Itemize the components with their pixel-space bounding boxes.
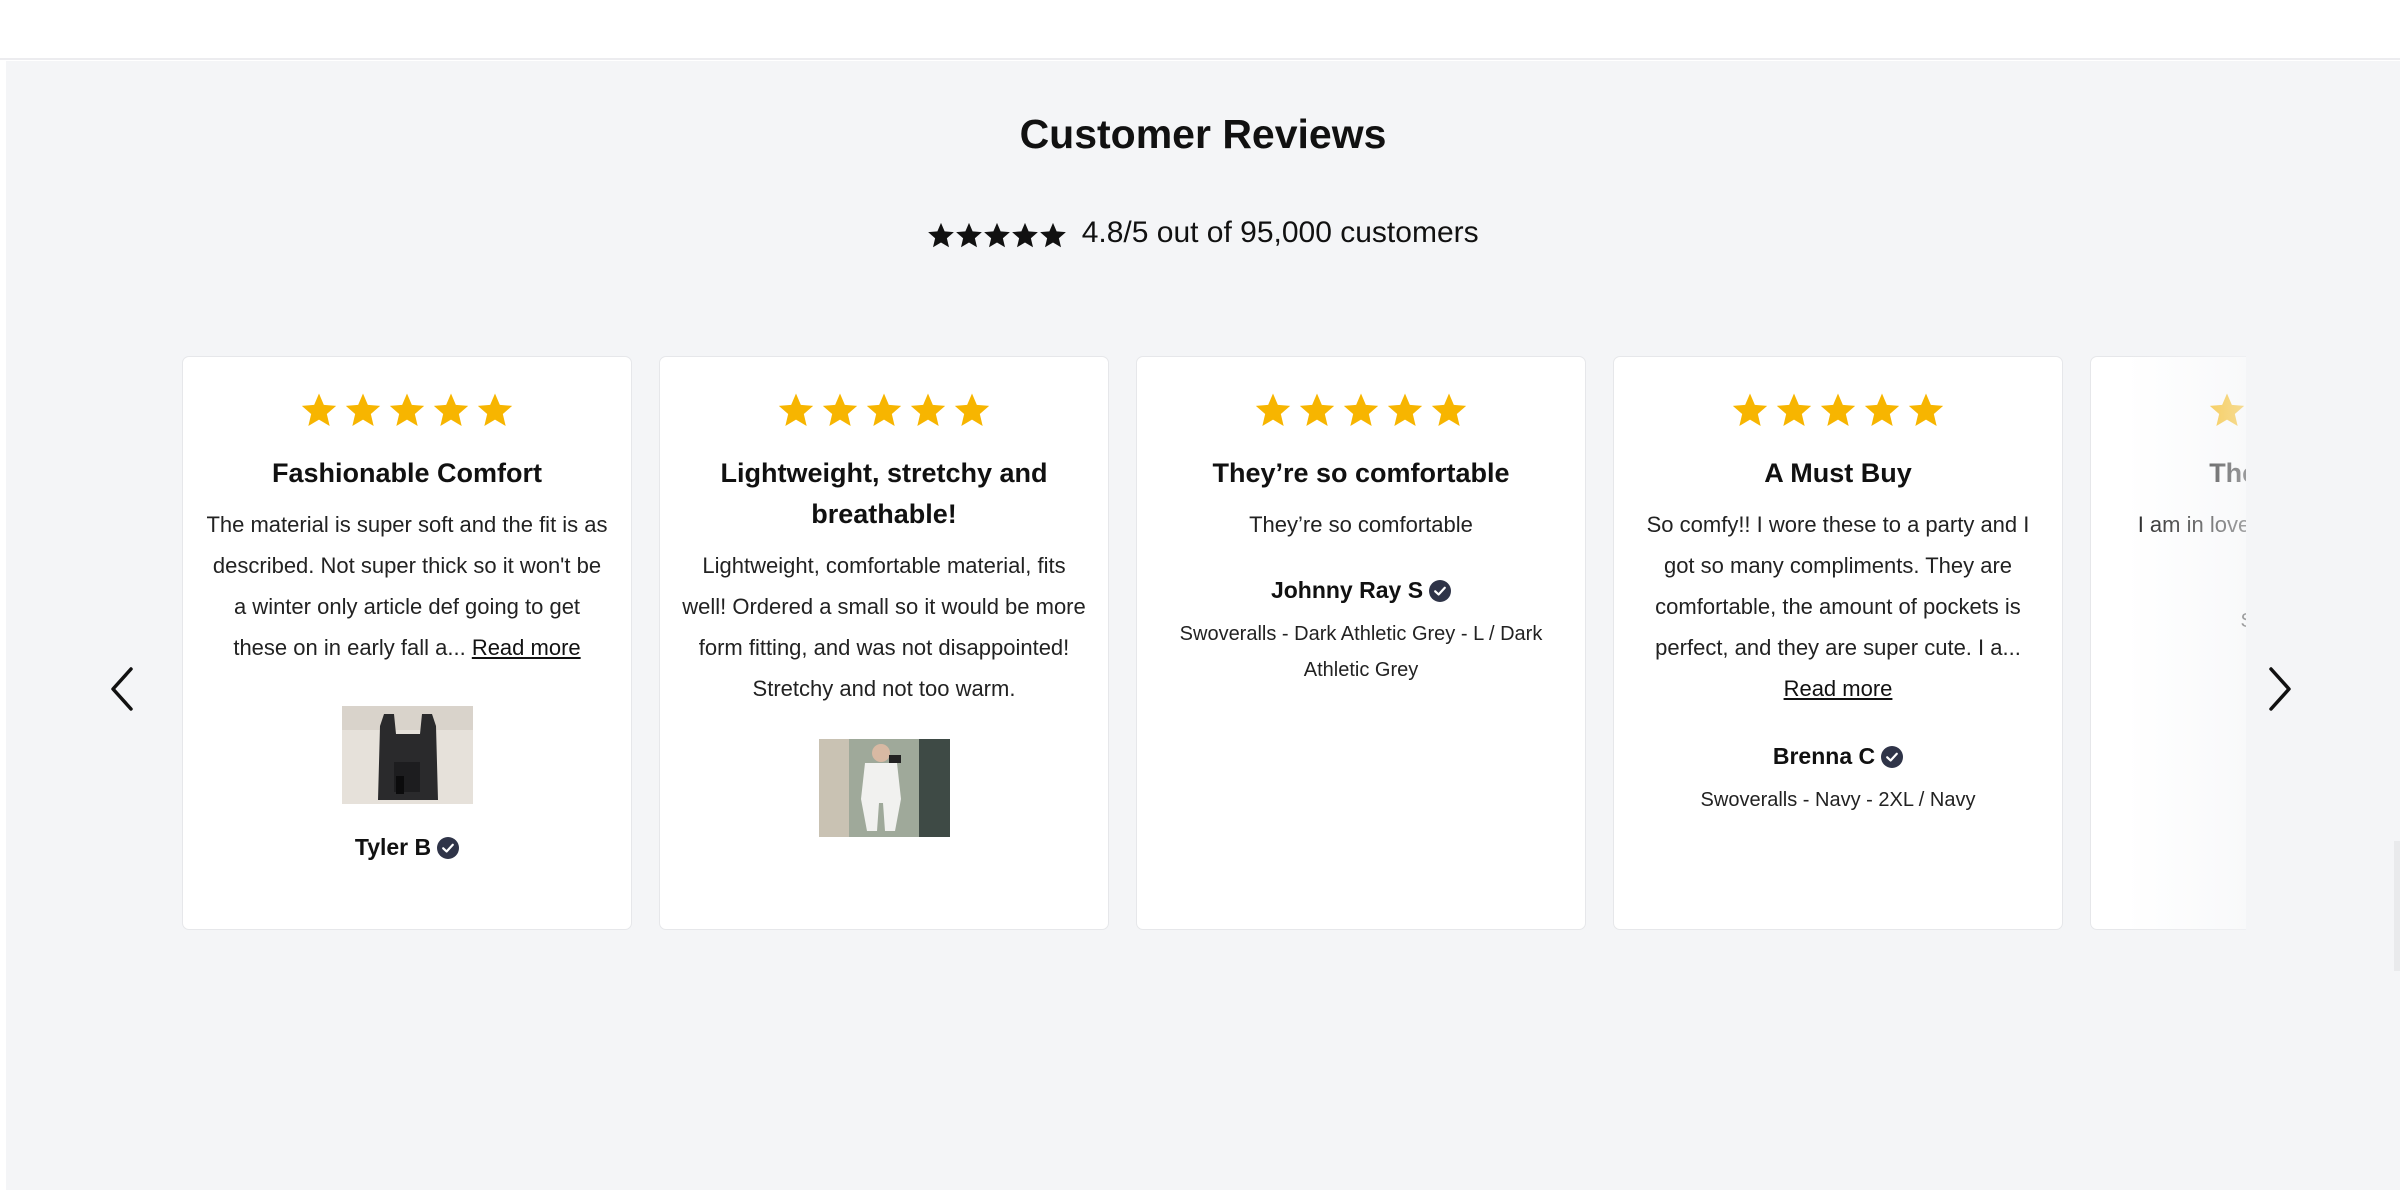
review-title: Fashionable Comfort bbox=[271, 458, 542, 488]
review-body: Lightweight, comfortable material, fits … bbox=[682, 553, 1086, 701]
chevron-right-icon bbox=[2269, 667, 2291, 711]
review-variant: Swovie Short Da bbox=[2121, 603, 2246, 639]
verified-badge-icon bbox=[437, 836, 460, 859]
review-author: Tyler B bbox=[183, 834, 631, 861]
star-icon bbox=[1255, 393, 1291, 426]
review-card: A Must Buy So comfy!! I wore these to a … bbox=[1613, 356, 2063, 930]
review-title: Lightweight, stretchy and breathable! bbox=[720, 458, 1048, 529]
summary-stars bbox=[927, 218, 1067, 252]
review-title: They’re so comfortable bbox=[1212, 458, 1510, 488]
star-icon bbox=[1387, 393, 1423, 426]
star-icon bbox=[1012, 222, 1039, 248]
star-icon bbox=[477, 393, 513, 426]
star-icon bbox=[1776, 393, 1812, 426]
review-rating-stars bbox=[660, 391, 1108, 431]
chevron-left-icon bbox=[111, 667, 133, 711]
star-icon bbox=[1431, 393, 1467, 426]
star-icon bbox=[345, 393, 381, 426]
reviews-carousel: Fashionable Comfort The material is supe… bbox=[176, 348, 2246, 984]
star-icon bbox=[984, 222, 1011, 248]
star-icon bbox=[389, 393, 425, 426]
review-variant: Swoveralls - Navy - 2XL / Navy bbox=[1700, 789, 1976, 811]
review-photo[interactable] bbox=[818, 739, 950, 837]
customer-reviews-section: Customer Reviews 4.8/5 out of 95,000 cus… bbox=[6, 61, 2400, 1190]
read-more-link[interactable]: Read more bbox=[1784, 676, 1893, 701]
review-author: Brenna C bbox=[1614, 743, 2062, 770]
star-icon bbox=[1732, 393, 1768, 426]
review-photo[interactable] bbox=[341, 706, 473, 804]
star-icon bbox=[956, 222, 983, 248]
read-more-link[interactable]: Read more bbox=[472, 635, 581, 660]
review-body: I am in love has secret p well, they a bbox=[2137, 512, 2246, 537]
review-body: So comfy!! I wore these to a party and I… bbox=[1646, 512, 2030, 701]
review-card: These ar made a I am in love has secret … bbox=[2090, 356, 2246, 930]
star-icon bbox=[822, 393, 858, 426]
star-icon bbox=[866, 393, 902, 426]
top-header-bar bbox=[0, 0, 2400, 60]
star-icon bbox=[1820, 393, 1856, 426]
star-icon bbox=[1864, 393, 1900, 426]
star-icon bbox=[1908, 393, 1944, 426]
review-body: The material is super soft and the fit i… bbox=[206, 512, 608, 660]
star-icon bbox=[1343, 393, 1379, 426]
star-icon bbox=[2209, 393, 2245, 426]
section-heading: Customer Reviews bbox=[1019, 111, 1387, 157]
star-icon bbox=[778, 393, 814, 426]
page-edge bbox=[2394, 841, 2400, 971]
review-rating-stars bbox=[1614, 391, 2062, 431]
verified-badge-icon bbox=[1429, 579, 1452, 602]
rating-summary: 4.8/5 out of 95,000 customers bbox=[6, 216, 2400, 252]
review-rating-stars bbox=[2091, 391, 2246, 431]
carousel-next-button[interactable] bbox=[2258, 661, 2302, 717]
verified-badge-icon bbox=[1881, 745, 1904, 768]
star-icon bbox=[1040, 222, 1067, 248]
star-icon bbox=[1299, 393, 1335, 426]
review-title: A Must Buy bbox=[1764, 458, 1912, 488]
review-rating-stars bbox=[1137, 391, 1585, 431]
review-author: Johnny Ray S bbox=[1137, 577, 1585, 604]
star-icon bbox=[910, 393, 946, 426]
review-title: These ar made a bbox=[2209, 458, 2246, 488]
review-variant: Swoveralls - Dark Athletic Grey - L / Da… bbox=[1179, 623, 1543, 681]
review-rating-stars bbox=[183, 391, 631, 431]
summary-text: 4.8/5 out of 95,000 customers bbox=[1081, 216, 1479, 249]
review-body: They’re so comfortable bbox=[1249, 512, 1473, 537]
star-icon bbox=[433, 393, 469, 426]
carousel-prev-button[interactable] bbox=[100, 661, 144, 717]
star-icon bbox=[954, 393, 990, 426]
star-icon bbox=[301, 393, 337, 426]
review-card: Lightweight, stretchy and breathable! Li… bbox=[659, 356, 1109, 930]
star-icon bbox=[928, 222, 955, 248]
review-card: Fashionable Comfort The material is supe… bbox=[182, 356, 632, 930]
review-card: They’re so comfortable They’re so comfor… bbox=[1136, 356, 1586, 930]
